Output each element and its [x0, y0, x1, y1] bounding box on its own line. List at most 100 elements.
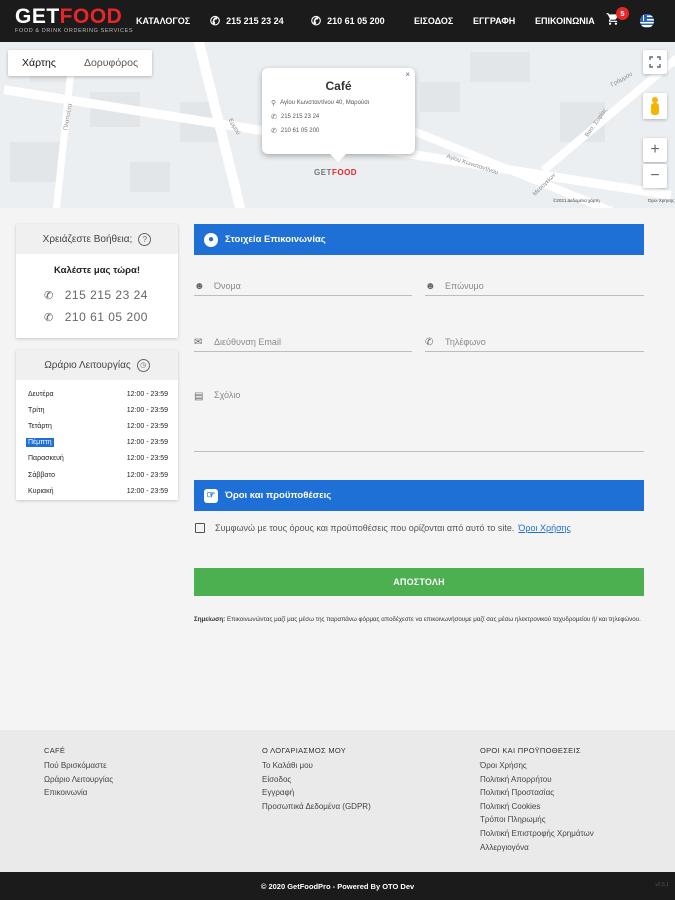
hours-row: Παρασκευή 12:00 - 23:59 — [26, 451, 168, 467]
nav-login[interactable]: ΕΙΣΟΔΟΣ — [414, 0, 453, 42]
location-pin-icon: ⚲ — [271, 100, 277, 107]
footer-column-cafe: CAFÉ Πού Βρισκόμαστε Ωράριο Λειτουργίας … — [44, 746, 113, 800]
pegman-body — [651, 103, 659, 115]
map-block — [470, 52, 530, 82]
user-icon: ☻ — [425, 280, 436, 292]
nav-phone-1-label: 215 215 23 24 — [226, 16, 284, 26]
user-circle-icon: ● — [204, 232, 218, 247]
phone-field[interactable]: ✆ — [425, 333, 644, 352]
opening-hours-card: Ωράριο Λειτουργίας ◷ Δευτέρα 12:00 - 23:5… — [16, 350, 178, 500]
phone-icon: ✆ — [44, 289, 54, 302]
footer-link[interactable]: Είσοδος — [262, 773, 371, 787]
note-label: Σημείωση: — [194, 616, 226, 623]
map-marker-logo[interactable]: GETFOOD — [314, 168, 357, 177]
hours-time: 12:00 - 23:59 — [126, 439, 168, 447]
hours-time: 12:00 - 23:59 — [126, 471, 168, 479]
user-icon: ☻ — [194, 280, 205, 292]
hours-time: 12:00 - 23:59 — [126, 455, 168, 463]
help-phone-2[interactable]: ✆ 210 61 05 200 — [44, 310, 178, 324]
popup-phone-1-text: 215 215 23 24 — [280, 114, 320, 120]
last-name-input[interactable] — [445, 281, 644, 291]
hours-row: Σάββατο 12:00 - 23:59 — [26, 467, 168, 483]
footer: CAFÉ Πού Βρισκόμαστε Ωράριο Λειτουργίας … — [0, 730, 675, 872]
logo-get: GET — [15, 5, 60, 28]
phone-input[interactable] — [445, 337, 644, 347]
getfood-logo[interactable]: GETFOOD FOOD & DRINK ORDERING SERVICES — [15, 5, 133, 34]
cart-count-badge: 5 — [616, 7, 629, 20]
footer-link[interactable]: Τρόποι Πληρωμής — [480, 813, 594, 827]
first-name-field[interactable]: ☻ — [194, 277, 412, 296]
popup-phone-2: ✆ 210 61 05 200 — [271, 127, 415, 135]
marker-food: FOOD — [331, 168, 358, 177]
footer-link[interactable]: Το Καλάθι μου — [262, 759, 371, 773]
terms-checkbox[interactable] — [195, 523, 205, 533]
map-terms-link[interactable]: Όροι Χρήσης — [648, 198, 674, 203]
phone-icon: ✆ — [311, 14, 322, 28]
footer-link[interactable]: Πολιτική Προστασίας — [480, 786, 594, 800]
email-field[interactable]: ✉ — [194, 333, 412, 352]
comment-textarea[interactable] — [214, 390, 644, 450]
nav-register[interactable]: ΕΓΓΡΑΦΗ — [473, 0, 515, 42]
phone-icon: ✆ — [271, 114, 277, 121]
street-label: Γράμμου — [610, 71, 634, 89]
phone-icon: ✆ — [210, 14, 221, 28]
fullscreen-icon — [649, 56, 661, 68]
comment-field[interactable]: ▤ — [194, 390, 644, 452]
contact-section-title: Στοιχεία Επικοινωνίας — [225, 234, 326, 245]
footer-column-title: Ο ΛΟΓΑΡΙΑΣΜΟΣ ΜΟΥ — [262, 746, 347, 755]
terms-text: Συμφωνώ με τους όρους και προϋποθέσεις π… — [215, 523, 515, 533]
footer-link[interactable]: Πολιτική Απορρήτου — [480, 773, 594, 787]
footer-link[interactable]: Αλλεργιογόνα — [480, 841, 594, 855]
marker-get: GET — [314, 168, 332, 177]
hours-day: Παρασκευή — [28, 455, 64, 463]
hours-card-header: Ωράριο Λειτουργίας ◷ — [16, 350, 178, 380]
tab-satellite[interactable]: Δορυφόρος — [70, 50, 152, 76]
footer-link[interactable]: Επικοινωνία — [44, 786, 113, 800]
map-block — [420, 82, 460, 112]
hours-list: Δευτέρα 12:00 - 23:59 Τρίτη 12:00 - 23:59 … — [16, 380, 178, 499]
popup-close-button[interactable]: × — [405, 70, 410, 79]
first-name-input[interactable] — [214, 281, 412, 291]
hours-day: Δευτέρα — [28, 390, 54, 398]
help-phone-1[interactable]: ✆ 215 215 23 24 — [44, 288, 178, 302]
phone-icon: ✆ — [44, 311, 54, 324]
footer-link[interactable]: Ωράριο Λειτουργίας — [44, 773, 113, 787]
zoom-in-button[interactable]: + — [643, 138, 667, 162]
footer-column-account: Ο ΛΟΓΑΡΙΑΣΜΟΣ ΜΟΥ Το Καλάθι μου Είσοδος … — [262, 746, 371, 813]
hours-row-today: Πέμπτη 12:00 - 23:59 — [26, 435, 168, 451]
nav-phone-2[interactable]: ✆ 210 61 05 200 — [311, 0, 385, 42]
hours-day: Τρίτη — [28, 406, 45, 414]
cart-button[interactable]: 5 — [606, 7, 629, 32]
map-block — [10, 142, 60, 182]
hours-day: Σάββατο — [28, 471, 56, 479]
footer-link[interactable]: Προσωπικά Δεδομένα (GDPR) — [262, 800, 371, 814]
submit-button[interactable]: ΑΠΟΣΤΟΛΗ — [194, 568, 644, 596]
footer-link[interactable]: Όροι Χρήσης — [480, 759, 594, 773]
help-phone-2-text: 210 61 05 200 — [64, 310, 148, 324]
tab-map[interactable]: Χάρτης — [8, 50, 70, 76]
footer-link[interactable]: Πολιτική Επιστροφής Χρημάτων — [480, 827, 594, 841]
terms-of-use-link[interactable]: Όροι Χρήσης — [518, 523, 571, 533]
footer-link[interactable]: Πού Βρισκόμαστε — [44, 759, 113, 773]
footer-link[interactable]: Πολιτική Cookies — [480, 800, 594, 814]
popup-address: ⚲ Αγίου Κωνσταντίνου 40, Μαρούσι — [271, 99, 415, 107]
greek-flag-icon[interactable] — [640, 14, 654, 28]
map-road — [51, 62, 76, 208]
note-text: Επικοινωνώντας μαζί μας μέσω της παραπάν… — [226, 616, 641, 623]
question-circle-icon: ? — [138, 232, 152, 246]
hours-row: Δευτέρα 12:00 - 23:59 — [26, 386, 168, 402]
footer-link[interactable]: Εγγραφή — [262, 786, 371, 800]
street-view-pegman-icon[interactable] — [643, 93, 667, 119]
hours-row: Κυριακή 12:00 - 23:59 — [26, 483, 168, 499]
handshake-icon: ☞ — [204, 488, 218, 503]
logo-wordmark: GETFOOD — [15, 5, 133, 28]
map-view[interactable]: Γράμμου Αγίου Κωνσταντίνου Ερμού Πλαπούτ… — [0, 42, 675, 208]
nav-catalog[interactable]: ΚΑΤΑΛΟΓΟΣ — [136, 0, 190, 42]
last-name-field[interactable]: ☻ — [425, 277, 644, 296]
email-input[interactable] — [214, 337, 412, 347]
nav-phone-1[interactable]: ✆ 215 215 23 24 — [210, 0, 284, 42]
zoom-out-button[interactable]: − — [643, 164, 667, 188]
nav-contact[interactable]: ΕΠΙΚΟΙΝΩΝΙΑ — [535, 0, 595, 42]
nav-phone-2-label: 210 61 05 200 — [327, 16, 385, 26]
fullscreen-button[interactable] — [643, 50, 667, 74]
